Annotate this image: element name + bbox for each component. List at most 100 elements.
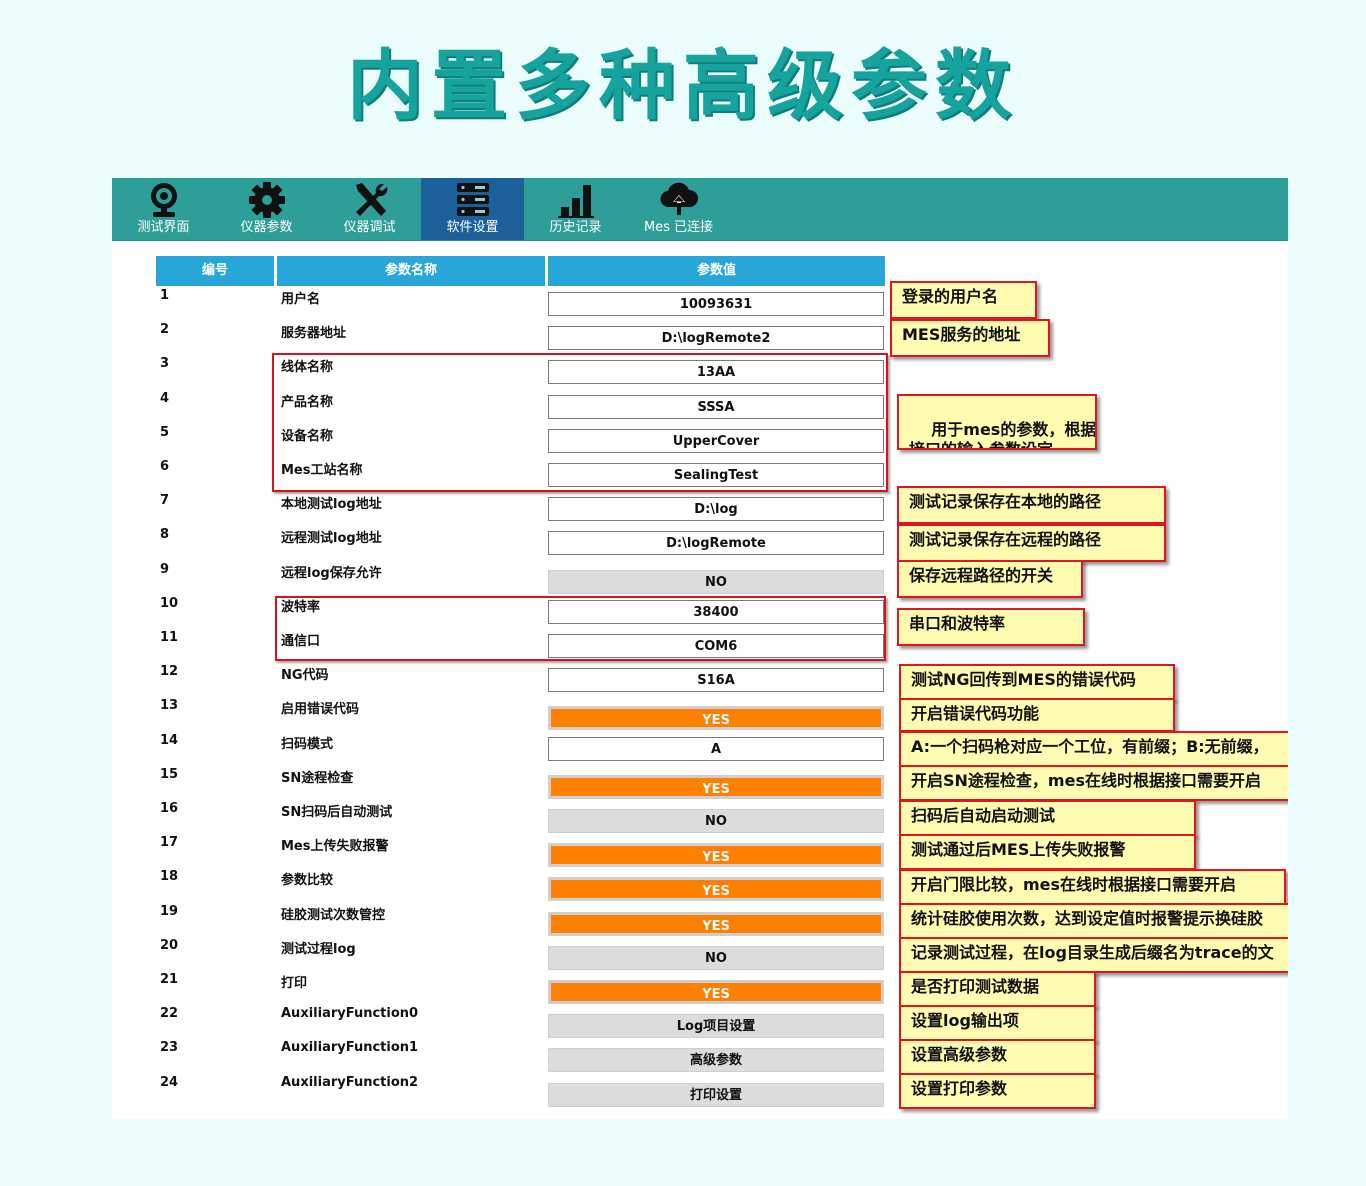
row-number: 16 bbox=[160, 801, 179, 816]
tools-icon bbox=[356, 183, 388, 216]
row-number: 23 bbox=[160, 1040, 179, 1056]
param-toggle-button[interactable]: NO bbox=[548, 809, 884, 833]
row-number: 22 bbox=[160, 1006, 179, 1022]
mes-params-highlight bbox=[272, 353, 888, 492]
param-toggle-button[interactable]: NO bbox=[548, 569, 884, 594]
page-headline: 内置多种高级参数 bbox=[347, 41, 1019, 130]
param-name: 本地测试log地址 bbox=[281, 497, 382, 513]
column-header-no: 编号 bbox=[156, 256, 274, 286]
annotation-mes-alarm: 测试通过后MES上传失败报警 bbox=[899, 834, 1196, 870]
table-row: 8 远程测试log地址 D:\logRemote bbox=[156, 525, 886, 559]
row-number: 14 bbox=[160, 732, 179, 748]
param-value-field[interactable]: D:\logRemote bbox=[548, 531, 884, 556]
cloud-upload-icon bbox=[660, 182, 699, 215]
annotation-error-code: 开启错误代码功能 bbox=[899, 698, 1175, 732]
annotation-print: 是否打印测试数据 bbox=[899, 971, 1096, 1007]
row-number: 18 bbox=[160, 869, 179, 885]
table-row: 21 打印 YES bbox=[156, 970, 886, 1004]
param-name: 用户名 bbox=[281, 292, 321, 307]
param-toggle-button[interactable]: 高级参数 bbox=[548, 1048, 884, 1073]
table-row: 22 AuxiliaryFunction0 Log项目设置 bbox=[156, 1004, 886, 1039]
toolbar-label: Mes 已连接 bbox=[643, 220, 714, 235]
table-row: 14 扫码模式 A bbox=[156, 731, 886, 765]
param-name: 打印 bbox=[281, 976, 308, 991]
row-number: 7 bbox=[160, 493, 170, 509]
param-toggle-on[interactable]: YES bbox=[548, 980, 884, 1004]
toolbar-tab-history[interactable]: 历史记录 bbox=[524, 178, 627, 240]
table-row: 9 远程log保存允许 NO bbox=[156, 560, 886, 594]
param-name: 远程log保存允许 bbox=[281, 565, 382, 581]
toolbar-tab-test[interactable]: 测试界面 bbox=[112, 178, 215, 240]
gear-icon bbox=[249, 182, 285, 218]
annotation-param-compare: 开启门限比较，mes在线时根据接口需要开启 bbox=[899, 869, 1286, 905]
table-row: 13 启用错误代码 YES bbox=[156, 696, 886, 731]
row-number: 20 bbox=[160, 937, 179, 953]
param-name: 启用错误代码 bbox=[281, 702, 360, 718]
annotation-auto-test: 扫码后自动启动测试 bbox=[899, 800, 1196, 836]
param-value-field[interactable]: 10093631 bbox=[548, 292, 884, 316]
column-header-name: 参数名称 bbox=[277, 256, 545, 286]
toolbar-tab-software-settings[interactable]: 软件设置 bbox=[421, 178, 524, 240]
param-toggle-button[interactable]: NO bbox=[548, 945, 884, 970]
param-name: AuxiliaryFunction2 bbox=[281, 1074, 419, 1090]
table-row: 20 测试过程log NO bbox=[156, 936, 886, 970]
row-number: 5 bbox=[160, 424, 170, 440]
row-number: 6 bbox=[160, 459, 170, 474]
row-number: 13 bbox=[160, 698, 179, 714]
param-name: 硅胶测试次数管控 bbox=[281, 907, 386, 923]
row-number: 9 bbox=[160, 561, 170, 577]
toolbar-label: 历史记录 bbox=[549, 220, 602, 235]
row-number: 10 bbox=[160, 595, 179, 611]
param-name: 服务器地址 bbox=[281, 326, 347, 342]
param-name: AuxiliaryFunction1 bbox=[281, 1040, 419, 1056]
param-toggle-on[interactable]: YES bbox=[548, 911, 884, 936]
annotation-log-items: 设置log输出项 bbox=[899, 1005, 1096, 1041]
table-row: 2 服务器地址 D:\logRemote2 bbox=[156, 320, 886, 354]
toolbar-tab-instrument-debug[interactable]: 仪器调试 bbox=[318, 178, 421, 240]
annotation-sn-check: 开启SN途程检查，mes在线时根据接口需要开启 bbox=[899, 765, 1288, 801]
param-value-field[interactable]: S16A bbox=[548, 668, 884, 693]
param-toggle-on[interactable]: YES bbox=[548, 877, 884, 902]
param-name: SN扫码后自动测试 bbox=[281, 805, 393, 820]
param-toggle-button[interactable]: Log项目设置 bbox=[548, 1014, 884, 1039]
param-name: Mes上传失败报警 bbox=[281, 839, 389, 855]
row-number: 8 bbox=[160, 527, 170, 543]
toolbar-tab-mes-status[interactable]: Mes 已连接 bbox=[627, 178, 730, 240]
table-row: 7 本地测试log地址 D:\log bbox=[156, 491, 886, 525]
table-row: 15 SN途程检查 YES bbox=[156, 765, 886, 799]
toolbar-label: 仪器参数 bbox=[240, 220, 293, 235]
row-number: 11 bbox=[160, 630, 179, 645]
toolbar-tab-instrument-params[interactable]: 仪器参数 bbox=[215, 178, 318, 240]
annotation-local-log: 测试记录保存在本地的路径 bbox=[897, 486, 1166, 524]
annotation-silicone-count: 统计硅胶使用次数，达到设定值时报警提示换硅胶 bbox=[899, 903, 1288, 939]
annotation-serial: 串口和波特率 bbox=[897, 608, 1085, 646]
annotation-scan-mode: A:一个扫码枪对应一个工位，有前缀；B:无前缀， bbox=[899, 731, 1288, 767]
param-name: SN途程检查 bbox=[281, 770, 354, 786]
row-number: 3 bbox=[160, 356, 170, 372]
bar-chart-icon bbox=[558, 185, 594, 218]
table-row: 1 用户名 10093631 bbox=[156, 286, 886, 320]
param-name: 远程测试log地址 bbox=[281, 531, 382, 547]
param-toggle-button[interactable]: 打印设置 bbox=[548, 1082, 884, 1107]
annotation-mes-params: 用于mes的参数，根据 接口的输入参数设定 bbox=[897, 394, 1097, 450]
row-number: 21 bbox=[160, 972, 179, 987]
table-row: 23 AuxiliaryFunction1 高级参数 bbox=[156, 1038, 886, 1073]
param-toggle-on[interactable]: YES bbox=[548, 843, 884, 868]
param-value-field[interactable]: D:\log bbox=[548, 497, 884, 522]
annotation-advanced: 设置高级参数 bbox=[899, 1039, 1096, 1075]
table-row: 16 SN扫码后自动测试 NO bbox=[156, 799, 886, 833]
param-toggle-on[interactable]: YES bbox=[548, 774, 884, 799]
table-row: 17 Mes上传失败报警 YES bbox=[156, 833, 886, 868]
toolbar-label: 仪器调试 bbox=[343, 220, 396, 235]
row-number: 15 bbox=[160, 766, 179, 782]
toolbar-label: 软件设置 bbox=[446, 220, 499, 235]
param-name: NG代码 bbox=[281, 668, 329, 684]
param-name: AuxiliaryFunction0 bbox=[281, 1006, 419, 1022]
param-value-field[interactable]: A bbox=[548, 736, 884, 761]
param-value-field[interactable]: D:\logRemote2 bbox=[548, 326, 884, 351]
param-toggle-on[interactable]: YES bbox=[548, 706, 884, 731]
toolbar-label: 测试界面 bbox=[137, 220, 190, 235]
row-number: 12 bbox=[160, 664, 179, 680]
column-header-value: 参数值 bbox=[548, 256, 885, 286]
annotation-remote-log: 测试记录保存在远程的路径 bbox=[897, 524, 1166, 562]
